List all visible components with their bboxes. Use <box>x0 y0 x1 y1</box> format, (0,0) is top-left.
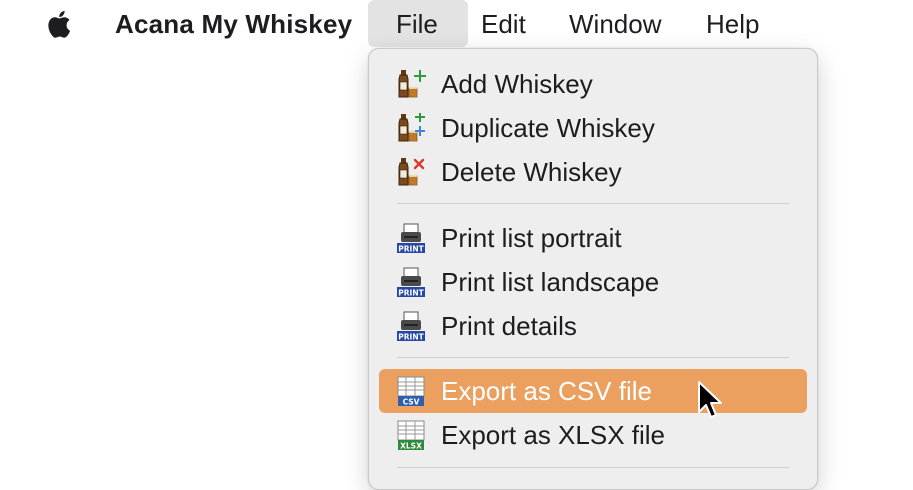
print-icon: PRINT <box>397 223 425 254</box>
help-menu[interactable]: Help <box>706 9 759 39</box>
menu-item-label: Delete Whiskey <box>441 157 622 187</box>
menu-separator <box>397 467 789 468</box>
print-badge-text: PRINT <box>398 289 424 298</box>
menu-item-print-list-landscape[interactable]: PRINT Print list landscape <box>379 260 807 304</box>
apple-logo-icon[interactable] <box>42 7 72 41</box>
mouse-pointer-icon <box>698 381 722 418</box>
window-menu[interactable]: Window <box>569 9 661 39</box>
add-whiskey-icon <box>398 70 426 98</box>
menu-item-label: Print details <box>441 311 577 341</box>
menu-item-label: Export as XLSX file <box>441 420 665 450</box>
menu-bar: Acana My Whiskey File Edit Window Help <box>0 0 913 48</box>
menu-separator <box>397 203 789 204</box>
xlsx-export-icon: XLSX <box>397 420 425 451</box>
csv-export-icon: CSV <box>397 376 425 407</box>
menu-item-label: Export as CSV file <box>441 376 652 406</box>
print-badge-text: PRINT <box>398 245 424 254</box>
print-icon: PRINT <box>397 311 425 342</box>
menu-item-add-whiskey[interactable]: Add Whiskey <box>379 62 807 106</box>
menu-item-export-xlsx[interactable]: XLSX Export as XLSX file <box>379 413 807 457</box>
menu-item-label: Add Whiskey <box>441 69 593 99</box>
file-menu-dropdown: Add Whiskey Duplicate Whiskey Delete Whi… <box>368 48 818 490</box>
menu-item-label: Print list landscape <box>441 267 660 297</box>
duplicate-whiskey-icon <box>398 113 425 142</box>
menu-item-print-details[interactable]: PRINT Print details <box>379 304 807 348</box>
file-menu[interactable]: File <box>396 9 438 39</box>
print-icon: PRINT <box>397 267 425 298</box>
app-name-menu[interactable]: Acana My Whiskey <box>115 9 352 39</box>
menu-separator <box>397 357 789 358</box>
print-badge-text: PRINT <box>398 333 424 342</box>
menu-item-print-list-portrait[interactable]: PRINT Print list portrait <box>379 216 807 260</box>
menu-item-label: Duplicate Whiskey <box>441 113 655 143</box>
menu-item-duplicate-whiskey[interactable]: Duplicate Whiskey <box>379 106 807 150</box>
menu-item-label: Print list portrait <box>441 223 622 253</box>
csv-badge-text: CSV <box>403 398 420 407</box>
edit-menu[interactable]: Edit <box>481 9 526 39</box>
menu-item-delete-whiskey[interactable]: Delete Whiskey <box>379 150 807 194</box>
delete-whiskey-icon <box>398 158 425 186</box>
xlsx-badge-text: XLSX <box>400 442 422 451</box>
menu-item-export-csv[interactable]: CSV Export as CSV file <box>379 369 807 413</box>
